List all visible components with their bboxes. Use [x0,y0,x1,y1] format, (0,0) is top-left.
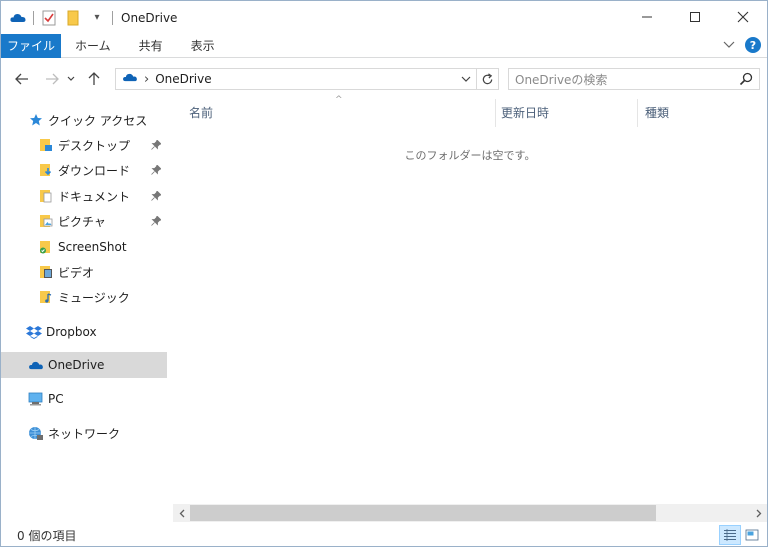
synced-folder-icon [38,239,54,255]
horizontal-scrollbar[interactable] [173,504,767,522]
nav-item-network[interactable]: ネットワーク [1,420,167,446]
pin-icon[interactable] [151,164,162,178]
column-label: 名前 [189,105,214,120]
breadcrumb: › OneDrive [122,72,212,87]
search-input[interactable]: OneDriveの検索 [508,68,760,90]
onedrive-icon [28,357,44,373]
nav-item-documents[interactable]: ドキュメント [1,183,167,209]
recent-locations-button[interactable] [64,66,78,92]
breadcrumb-separator[interactable]: › [144,72,149,87]
column-header-type[interactable]: 種類 [637,95,757,129]
pin-icon[interactable] [151,190,162,204]
nav-item-dropbox[interactable]: Dropbox [1,319,167,345]
nav-label: ネットワーク [48,426,121,441]
tab-share[interactable]: 共有 [125,34,177,58]
tab-file[interactable]: ファイル [1,33,61,58]
dropbox-icon [26,324,42,340]
forward-button[interactable] [40,66,64,92]
large-icons-view-button[interactable] [741,525,763,545]
tab-view[interactable]: 表示 [177,34,229,58]
downloads-folder-icon [38,162,54,178]
file-list: ^ 名前 更新日時 種類 このフォルダーは空です。 [173,95,767,506]
nav-item-downloads[interactable]: ダウンロード [1,157,167,183]
close-button[interactable] [719,1,767,33]
column-label: 種類 [645,105,670,120]
toolbar-divider [33,10,34,25]
expand-ribbon-icon[interactable] [723,38,735,52]
empty-folder-message: このフォルダーは空です。 [404,149,536,162]
tab-home[interactable]: ホーム [61,34,125,58]
nav-label: デスクトップ [58,138,131,153]
window-title: OneDrive [121,10,178,25]
ribbon-right-controls: ? [723,37,761,53]
up-button[interactable] [82,66,106,92]
refresh-button[interactable] [476,69,498,89]
nav-item-pc[interactable]: PC [1,386,167,412]
search-placeholder: OneDriveの検索 [515,72,608,87]
minimize-button[interactable] [623,1,671,33]
navigation-pane: クイック アクセス デスクトップ ダウンロード ドキュメント ピクチャ Scre… [1,97,168,523]
desktop-folder-icon [38,137,54,153]
nav-label: ピクチャ [58,214,106,229]
network-icon [28,425,44,441]
computer-icon [28,391,44,407]
onedrive-icon[interactable] [9,9,27,27]
nav-item-pictures[interactable]: ピクチャ [1,208,167,234]
nav-label: ダウンロード [58,163,131,178]
ribbon-tabs: ファイル ホーム 共有 表示 ? [1,33,767,58]
column-header-modified[interactable]: 更新日時 [493,95,637,129]
onedrive-icon [122,72,138,86]
item-count: 0 個の項目 [17,528,77,543]
column-header-name[interactable]: 名前 [181,95,493,129]
window-controls [623,1,767,33]
nav-label: ドキュメント [58,189,131,204]
nav-item-music[interactable]: ミュージック [1,284,167,310]
maximize-button[interactable] [671,1,719,33]
nav-item-onedrive[interactable]: OneDrive [1,352,167,378]
search-icon[interactable] [739,72,753,89]
nav-item-desktop[interactable]: デスクトップ [1,132,167,158]
address-history-dropdown-icon[interactable] [458,71,474,87]
back-button[interactable] [10,66,34,92]
nav-quick-access[interactable]: クイック アクセス [1,107,167,133]
customize-dropdown-icon[interactable]: ▾ [88,9,106,27]
title-bar: ▾ OneDrive [1,1,767,34]
nav-label: PC [48,392,64,406]
nav-label: ScreenShot [58,240,127,254]
nav-label: クイック アクセス [48,113,148,128]
nav-item-screenshot[interactable]: ScreenShot [1,234,167,260]
explorer-window: ▾ OneDrive ファイル ホーム 共有 表示 ? › OneDrive O… [0,0,768,547]
documents-folder-icon [38,188,54,204]
music-folder-icon [38,289,54,305]
new-folder-icon[interactable] [64,9,82,27]
help-button[interactable]: ? [745,37,761,53]
nav-label: ビデオ [58,265,95,280]
properties-checklist-icon[interactable] [40,9,58,27]
breadcrumb-item-onedrive[interactable]: OneDrive [155,72,211,86]
scrollbar-thumb[interactable] [190,505,656,521]
pin-icon[interactable] [151,215,162,229]
view-switcher [719,525,763,545]
title-divider [112,10,113,25]
column-label: 更新日時 [501,105,550,120]
nav-label: ミュージック [58,290,130,305]
details-view-button[interactable] [719,525,741,545]
navigation-bar: › OneDrive OneDriveの検索 [1,63,767,95]
scroll-left-button[interactable] [173,504,190,522]
quick-access-toolbar: ▾ OneDrive [1,1,177,34]
nav-item-videos[interactable]: ビデオ [1,259,167,285]
star-icon [28,112,44,128]
scroll-right-button[interactable] [750,504,767,522]
pictures-folder-icon [38,213,54,229]
pin-icon[interactable] [151,139,162,153]
nav-label: Dropbox [46,325,97,339]
status-bar: 0 個の項目 [1,524,767,546]
address-bar[interactable]: › OneDrive [115,68,499,90]
nav-label: OneDrive [48,358,105,372]
videos-folder-icon [38,264,54,280]
